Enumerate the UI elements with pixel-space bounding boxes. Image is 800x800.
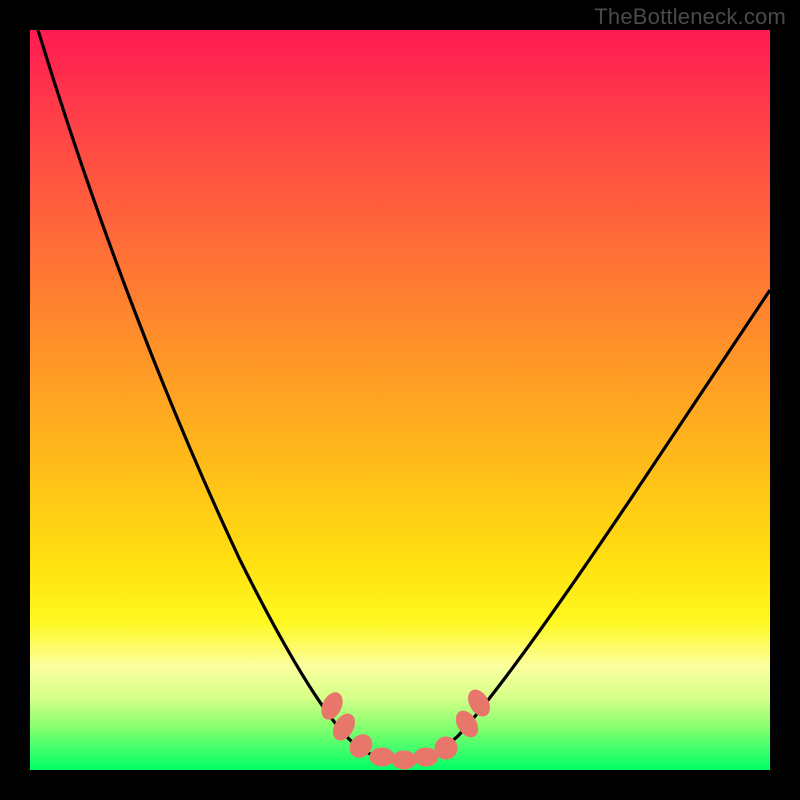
marker — [370, 748, 394, 766]
marker — [414, 748, 438, 766]
bottleneck-curve — [38, 30, 770, 760]
plot-area — [30, 30, 770, 770]
marker-group — [318, 686, 494, 769]
watermark-text: TheBottleneck.com — [594, 4, 786, 30]
curve-layer — [30, 30, 770, 770]
chart-frame: TheBottleneck.com — [0, 0, 800, 800]
marker — [392, 751, 416, 769]
